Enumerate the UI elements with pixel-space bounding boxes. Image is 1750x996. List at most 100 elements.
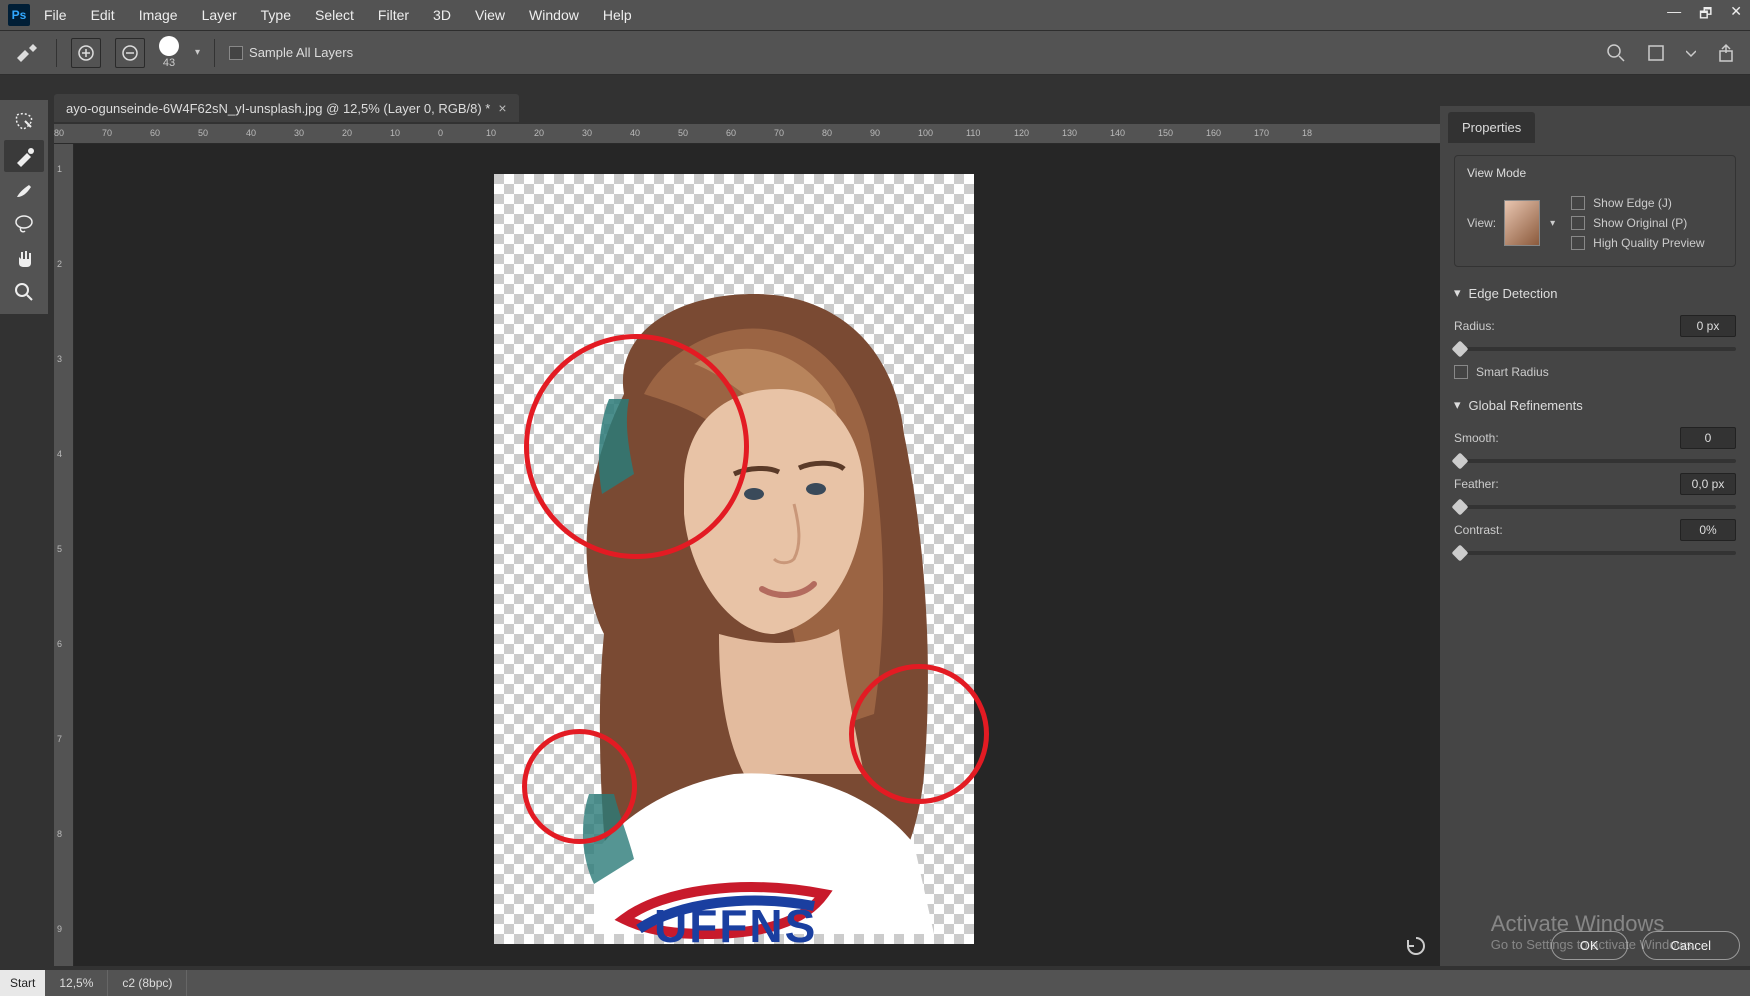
ruler-tick: 0 xyxy=(438,128,443,138)
edge-detection-title: Edge Detection xyxy=(1469,286,1558,301)
ruler-tick: 160 xyxy=(1206,128,1221,138)
menu-window[interactable]: Window xyxy=(519,3,589,27)
refine-brush-tool[interactable] xyxy=(4,140,44,172)
contrast-slider[interactable] xyxy=(1454,551,1736,555)
ruler-tick: 90 xyxy=(870,128,880,138)
toolbox xyxy=(0,100,48,314)
menu-file[interactable]: File xyxy=(34,3,77,27)
ruler-tick: 7 xyxy=(57,734,62,744)
smart-radius-checkbox[interactable] xyxy=(1454,365,1468,379)
brush-size-control[interactable]: 43 xyxy=(159,36,179,69)
feather-slider[interactable] xyxy=(1454,505,1736,509)
edge-detection-header[interactable]: ▾ Edge Detection xyxy=(1454,285,1736,301)
frame-dropdown-icon[interactable] xyxy=(1686,43,1696,63)
ruler-tick: 5 xyxy=(57,544,62,554)
ruler-tick: 10 xyxy=(390,128,400,138)
horizontal-ruler: 8070605040302010010203040506070809010011… xyxy=(54,124,1440,144)
sample-all-layers-label: Sample All Layers xyxy=(249,45,353,60)
cancel-button[interactable]: Cancel xyxy=(1642,931,1740,960)
ruler-tick: 70 xyxy=(774,128,784,138)
svg-text:UFFNS: UFFNS xyxy=(654,900,817,944)
smooth-slider[interactable] xyxy=(1454,459,1736,463)
contrast-input[interactable]: 0% xyxy=(1680,519,1736,541)
ruler-tick: 10 xyxy=(486,128,496,138)
sample-all-layers-checkbox[interactable] xyxy=(229,46,243,60)
restore-icon[interactable]: 🗗 xyxy=(1699,3,1712,27)
ruler-tick: 60 xyxy=(150,128,160,138)
menu-type[interactable]: Type xyxy=(251,3,301,27)
document-tab[interactable]: ayo-ogunseinde-6W4F62sN_yI-unsplash.jpg … xyxy=(54,94,519,122)
lasso-tool[interactable] xyxy=(4,208,44,240)
share-icon[interactable] xyxy=(1716,43,1736,63)
show-original-label: Show Original (P) xyxy=(1593,216,1687,230)
tool-preset-icon[interactable] xyxy=(12,40,42,66)
brush-size-value: 43 xyxy=(163,57,175,69)
menu-view[interactable]: View xyxy=(465,3,515,27)
ruler-tick: 170 xyxy=(1254,128,1269,138)
ruler-tick: 80 xyxy=(54,128,64,138)
global-refinements-header[interactable]: ▾ Global Refinements xyxy=(1454,397,1736,413)
feather-input[interactable]: 0,0 px xyxy=(1680,473,1736,495)
ruler-tick: 1 xyxy=(57,164,62,174)
ruler-tick: 40 xyxy=(246,128,256,138)
ruler-tick: 150 xyxy=(1158,128,1173,138)
menu-layer[interactable]: Layer xyxy=(192,3,247,27)
chevron-down-icon: ▾ xyxy=(1454,397,1461,413)
document-tab-title: ayo-ogunseinde-6W4F62sN_yI-unsplash.jpg … xyxy=(66,101,490,116)
ruler-tick: 50 xyxy=(678,128,688,138)
canvas-document[interactable]: UFFNS xyxy=(494,174,974,944)
menu-select[interactable]: Select xyxy=(305,3,364,27)
quick-select-tool[interactable] xyxy=(4,106,44,138)
radius-label: Radius: xyxy=(1454,319,1495,333)
ruler-tick: 40 xyxy=(630,128,640,138)
show-edge-checkbox[interactable] xyxy=(1571,196,1585,210)
zoom-tool[interactable] xyxy=(4,276,44,308)
ruler-tick: 20 xyxy=(342,128,352,138)
document-tab-bar: ayo-ogunseinde-6W4F62sN_yI-unsplash.jpg … xyxy=(54,93,519,123)
smooth-input[interactable]: 0 xyxy=(1680,427,1736,449)
ruler-tick: 30 xyxy=(582,128,592,138)
radius-slider[interactable] xyxy=(1454,347,1736,351)
reset-icon[interactable] xyxy=(1405,935,1427,957)
ruler-tick: 30 xyxy=(294,128,304,138)
hand-tool[interactable] xyxy=(4,242,44,274)
tab-close-icon[interactable]: × xyxy=(498,100,506,116)
menu-filter[interactable]: Filter xyxy=(368,3,419,27)
close-icon[interactable]: ✕ xyxy=(1730,3,1742,27)
app-logo: Ps xyxy=(8,4,30,26)
show-original-checkbox[interactable] xyxy=(1571,216,1585,230)
doc-info: c2 (8bpc) xyxy=(108,970,187,996)
ruler-tick: 8 xyxy=(57,829,62,839)
properties-tab[interactable]: Properties xyxy=(1448,112,1535,143)
menu-image[interactable]: Image xyxy=(129,3,188,27)
add-area-button[interactable] xyxy=(71,38,101,68)
brush-tool[interactable] xyxy=(4,174,44,206)
ruler-tick: 50 xyxy=(198,128,208,138)
annotation-ring-2 xyxy=(522,729,637,844)
brush-preview-dot xyxy=(159,36,179,56)
radius-input[interactable]: 0 px xyxy=(1680,315,1736,337)
menu-help[interactable]: Help xyxy=(593,3,642,27)
search-icon[interactable] xyxy=(1606,43,1626,63)
ok-button[interactable]: OK xyxy=(1551,931,1628,960)
view-dropdown-icon[interactable]: ▾ xyxy=(1550,218,1555,229)
ruler-tick: 60 xyxy=(726,128,736,138)
zoom-level[interactable]: 12,5% xyxy=(45,970,108,996)
canvas-area[interactable]: UFFNS xyxy=(74,144,1440,966)
show-edge-label: Show Edge (J) xyxy=(1593,196,1672,210)
viewmode-title: View Mode xyxy=(1467,166,1723,180)
vertical-ruler: 1234567891 xyxy=(54,144,74,966)
view-thumbnail[interactable] xyxy=(1504,200,1540,246)
menu-3d[interactable]: 3D xyxy=(423,3,461,27)
menu-edit[interactable]: Edit xyxy=(81,3,125,27)
ruler-tick: 110 xyxy=(966,128,980,138)
minimize-icon[interactable]: — xyxy=(1667,3,1681,27)
start-button[interactable]: Start xyxy=(0,970,45,996)
brush-dropdown-icon[interactable]: ▾ xyxy=(195,47,200,58)
smooth-label: Smooth: xyxy=(1454,431,1499,445)
ruler-tick: 6 xyxy=(57,639,62,649)
options-bar: 43 ▾ Sample All Layers xyxy=(0,30,1750,75)
subtract-area-button[interactable] xyxy=(115,38,145,68)
frame-icon[interactable] xyxy=(1646,43,1666,63)
high-quality-checkbox[interactable] xyxy=(1571,236,1585,250)
